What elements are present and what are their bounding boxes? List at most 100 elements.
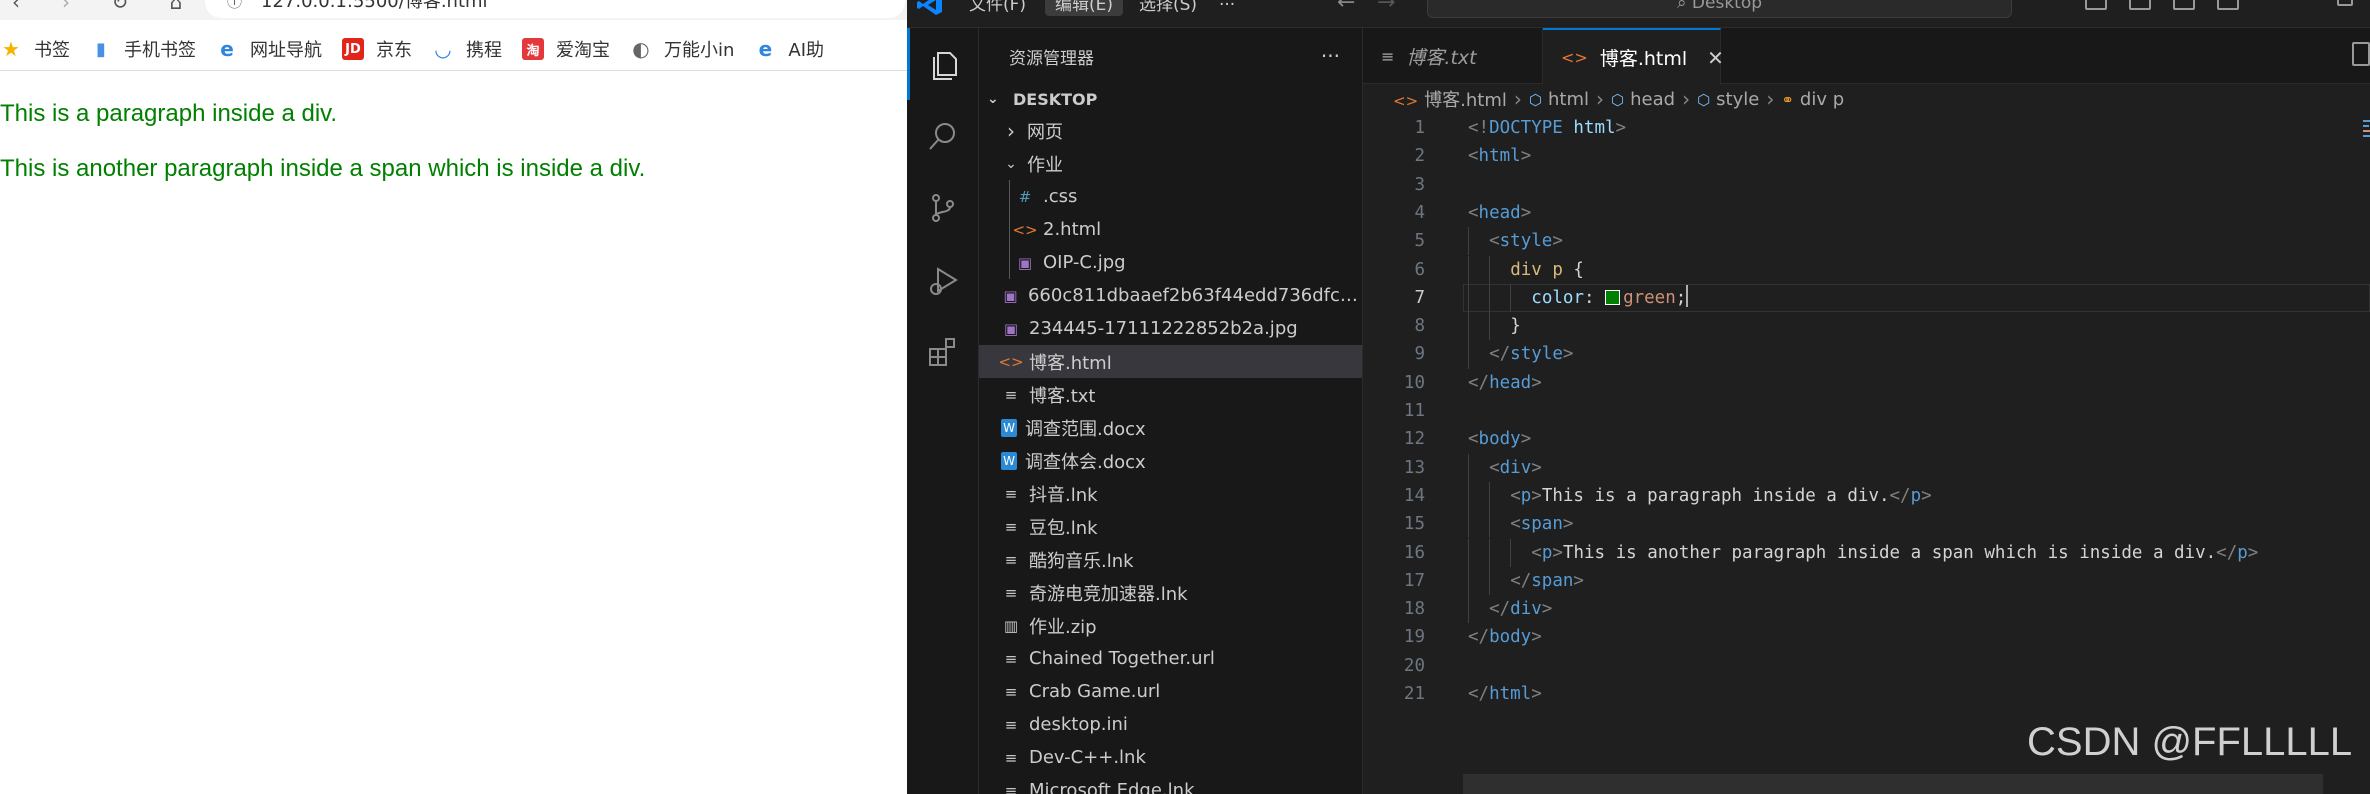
menu-more[interactable]: ··· (1209, 0, 1245, 16)
tree-file[interactable]: ≡ 奇游电竞加速器.lnk (979, 576, 1362, 609)
menu-selection[interactable]: 选择(S) (1129, 0, 1207, 16)
indent-guide (1468, 340, 1469, 369)
code-token: </ (1468, 684, 1490, 704)
horizontal-scrollbar[interactable] (1463, 774, 2323, 794)
customize-layout-icon[interactable] (2217, 0, 2239, 10)
tree-file[interactable]: <> 博客.html (979, 345, 1362, 378)
tab-blog-html[interactable]: <> 博客.html ✕ (1543, 28, 1724, 85)
indent-guide (1489, 283, 1491, 313)
breadcrumb-item[interactable]: ⚭ div p (1781, 89, 1844, 110)
menu-edit[interactable]: 编辑(E) (1045, 0, 1124, 16)
code-line: </head> (1468, 369, 1542, 397)
tree-file[interactable]: ≡ 抖音.lnk (979, 477, 1362, 510)
reload-icon[interactable]: ↻ (108, 0, 132, 14)
back-icon[interactable]: ‹ (4, 0, 28, 14)
bookmark-item[interactable]: ★ 书签 (0, 30, 90, 68)
tree-file[interactable]: W 调查范围.docx (979, 411, 1362, 444)
line-number: 7 (1414, 287, 1425, 308)
code-editor[interactable]: 1 <!DOCTYPE html> 2 <html> 3 4 <head> 5 <style> 6… (1363, 114, 2370, 754)
run-debug-icon[interactable] (907, 244, 979, 316)
tree-file[interactable]: ≡ desktop.ini (979, 708, 1362, 741)
breadcrumb-label: 博客.html (1424, 90, 1507, 111)
wanneng-icon: ◐ (632, 37, 650, 61)
line-number: 13 (1403, 457, 1425, 478)
bookmark-item[interactable]: e AI助 (754, 30, 844, 68)
code-line: } (1510, 312, 1521, 340)
file-tree: › 网页 ⌄ 作业 # .css <> 2.html ▣ OIP-C.jpg ▣ 660c811dba… (979, 114, 1362, 794)
line-number: 10 (1403, 372, 1425, 393)
editor-group: ≡ 博客.txt <> 博客.html ✕ <> 博客.html › ⬡ html › ⬡ h… (1363, 28, 2370, 794)
ai-e-icon: e (758, 37, 773, 61)
code-line: <p>This is a paragraph inside a div.</p> (1510, 482, 1932, 510)
tree-file[interactable]: ▥ 作业.zip (979, 609, 1362, 642)
address-bar[interactable]: ⓘ 127.0.0.1:5500/博客.html (205, 0, 905, 18)
bookmark-item[interactable]: ◡ 携程 (432, 30, 522, 68)
line-number: 3 (1414, 174, 1425, 195)
indent-guide (1468, 566, 1469, 596)
bookmark-item[interactable]: e 网址导航 (216, 30, 342, 68)
split-editor-icon[interactable] (2352, 42, 2370, 66)
breadcrumb-item[interactable]: ⬡ style (1697, 89, 1759, 110)
tree-item-label: Dev-C++.lnk (1029, 747, 1146, 768)
tree-file[interactable]: ≡ 酷狗音乐.lnk (979, 543, 1362, 576)
code-token: > (1541, 599, 1553, 620)
tree-file[interactable]: <> 2.html (979, 213, 1362, 246)
breadcrumb-item[interactable]: <> 博客.html (1393, 86, 1507, 112)
tree-file[interactable]: ▣ 660c811dbaaef2b63f44edd736dfc46... (979, 279, 1362, 312)
tree-file[interactable]: ≡ Microsoft Edge.lnk (979, 774, 1362, 794)
tree-file[interactable]: ▣ 234445-17111222852b2a.jpg (979, 312, 1362, 345)
forward-icon[interactable]: › (54, 0, 78, 14)
nav-back-icon[interactable]: ← (1337, 0, 1355, 15)
line-number: 4 (1414, 202, 1425, 223)
tree-folder[interactable]: ⌄ 作业 (979, 147, 1362, 180)
taobao-icon: 淘 (522, 38, 544, 60)
search-icon[interactable] (907, 100, 979, 172)
explorer-sidebar: 资源管理器 ··· ⌄ DESKTOP › 网页 ⌄ 作业 # .css <> 2.html ▣… (979, 28, 1363, 794)
tree-item-label: 博客.txt (1029, 385, 1096, 407)
bookmark-item[interactable]: ◐ 万能小in (630, 30, 754, 68)
bookmark-item[interactable]: JD 京东 (342, 30, 432, 68)
indent-guide (1489, 255, 1491, 284)
nav-forward-icon[interactable]: → (1377, 0, 1395, 15)
close-icon[interactable]: ✕ (1707, 46, 1724, 70)
tree-file[interactable]: ≡ Dev-C++.lnk (979, 741, 1362, 774)
sidebar-toggle-icon[interactable] (2173, 0, 2195, 10)
source-control-icon[interactable] (907, 172, 979, 244)
image-file-icon: ▣ (1003, 286, 1018, 305)
tree-file[interactable]: # .css (979, 180, 1362, 213)
tree-file[interactable]: ≡ Crab Game.url (979, 675, 1362, 708)
home-icon[interactable]: ⌂ (164, 0, 188, 14)
code-token: : (1583, 287, 1606, 308)
bookmark-item[interactable]: ▮ 手机书签 (90, 30, 216, 68)
site-info-icon[interactable]: ⓘ (227, 0, 242, 18)
desktop-section-header[interactable]: ⌄ DESKTOP (979, 84, 1362, 114)
code-token: </ (1489, 344, 1511, 365)
tab-blog-txt[interactable]: ≡ 博客.txt (1363, 28, 1543, 84)
minimize-icon[interactable]: — (2271, 0, 2293, 11)
code-token: > (1520, 146, 1532, 167)
menu-file[interactable]: 文件(F) (959, 0, 1036, 16)
extensions-icon[interactable] (907, 316, 979, 388)
explorer-icon[interactable] (907, 28, 979, 100)
breadcrumb-item[interactable]: ⬡ html (1529, 89, 1589, 110)
layout-toggle-icon[interactable] (2085, 0, 2107, 10)
tree-file[interactable]: ▣ OIP-C.jpg (979, 246, 1362, 279)
breadcrumb-item[interactable]: ⬡ head (1611, 89, 1675, 110)
maximize-icon[interactable] (2337, 0, 2353, 6)
code-token: { (1562, 259, 1584, 280)
panel-toggle-icon[interactable] (2129, 0, 2151, 10)
bookmark-item[interactable]: 淘爱淘宝 (522, 30, 630, 68)
html-file-icon: <> (998, 352, 1024, 371)
tree-file[interactable]: ≡ 博客.txt (979, 378, 1362, 411)
explorer-more-icon[interactable]: ··· (1321, 44, 1340, 68)
command-center[interactable]: ⌕ Desktop (1427, 0, 2012, 18)
code-token: div (1510, 599, 1542, 620)
tree-item-label: OIP-C.jpg (1043, 252, 1126, 273)
tree-folder[interactable]: › 网页 (979, 114, 1362, 147)
color-swatch-icon[interactable] (1605, 289, 1621, 305)
code-token: > (1520, 429, 1532, 450)
tree-file[interactable]: ≡ Chained Together.url (979, 642, 1362, 675)
tree-file[interactable]: ≡ 豆包.lnk (979, 510, 1362, 543)
minimap[interactable] (2363, 114, 2370, 754)
tree-file[interactable]: W 调查体会.docx (979, 444, 1362, 477)
